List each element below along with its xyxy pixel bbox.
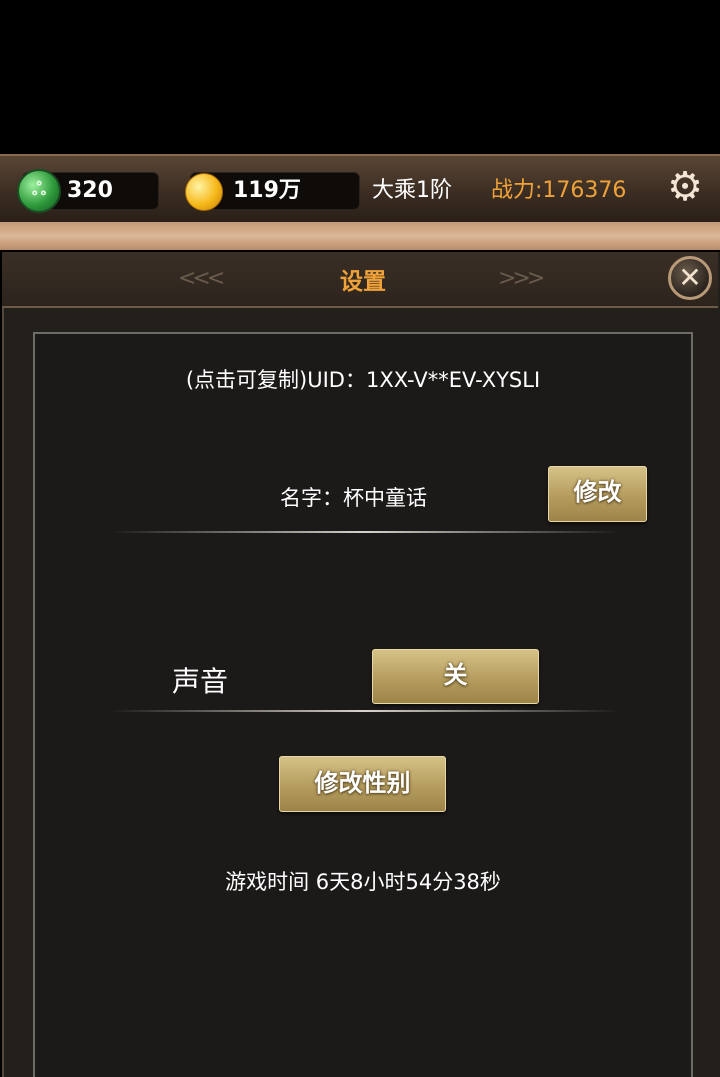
jade-icon: ஃ — [17, 169, 61, 213]
close-icon[interactable]: ✕ — [668, 256, 712, 300]
gear-icon[interactable]: ⚙ — [664, 166, 706, 208]
header-strip — [0, 222, 720, 250]
divider — [110, 710, 620, 712]
uid-copy-text[interactable]: (点击可复制)UID：1XX-V**EV-XYSLI — [0, 364, 720, 394]
player-name: 名字：杯中童话 — [280, 486, 427, 510]
gold-count: 119万 — [233, 178, 301, 203]
edit-name-button[interactable]: 修改 — [548, 466, 647, 522]
settings-content — [33, 332, 693, 1077]
realm-level: 大乘1阶 — [372, 178, 452, 203]
combat-power: 战力:176376 — [491, 178, 627, 203]
jade-count: 320 — [67, 178, 113, 203]
play-time: 游戏时间 6天8小时54分38秒 — [225, 870, 501, 894]
divider — [110, 531, 620, 533]
gold-coin-icon — [185, 173, 223, 211]
jade-currency[interactable]: ஃ 320 — [17, 169, 159, 213]
panel-title: 设置 — [340, 269, 386, 295]
edit-gender-button[interactable]: 修改性别 — [279, 756, 446, 812]
sound-label: 声音 — [172, 665, 229, 698]
sound-toggle-button[interactable]: 关 — [372, 649, 539, 704]
gold-currency[interactable]: 119万 — [185, 172, 360, 211]
